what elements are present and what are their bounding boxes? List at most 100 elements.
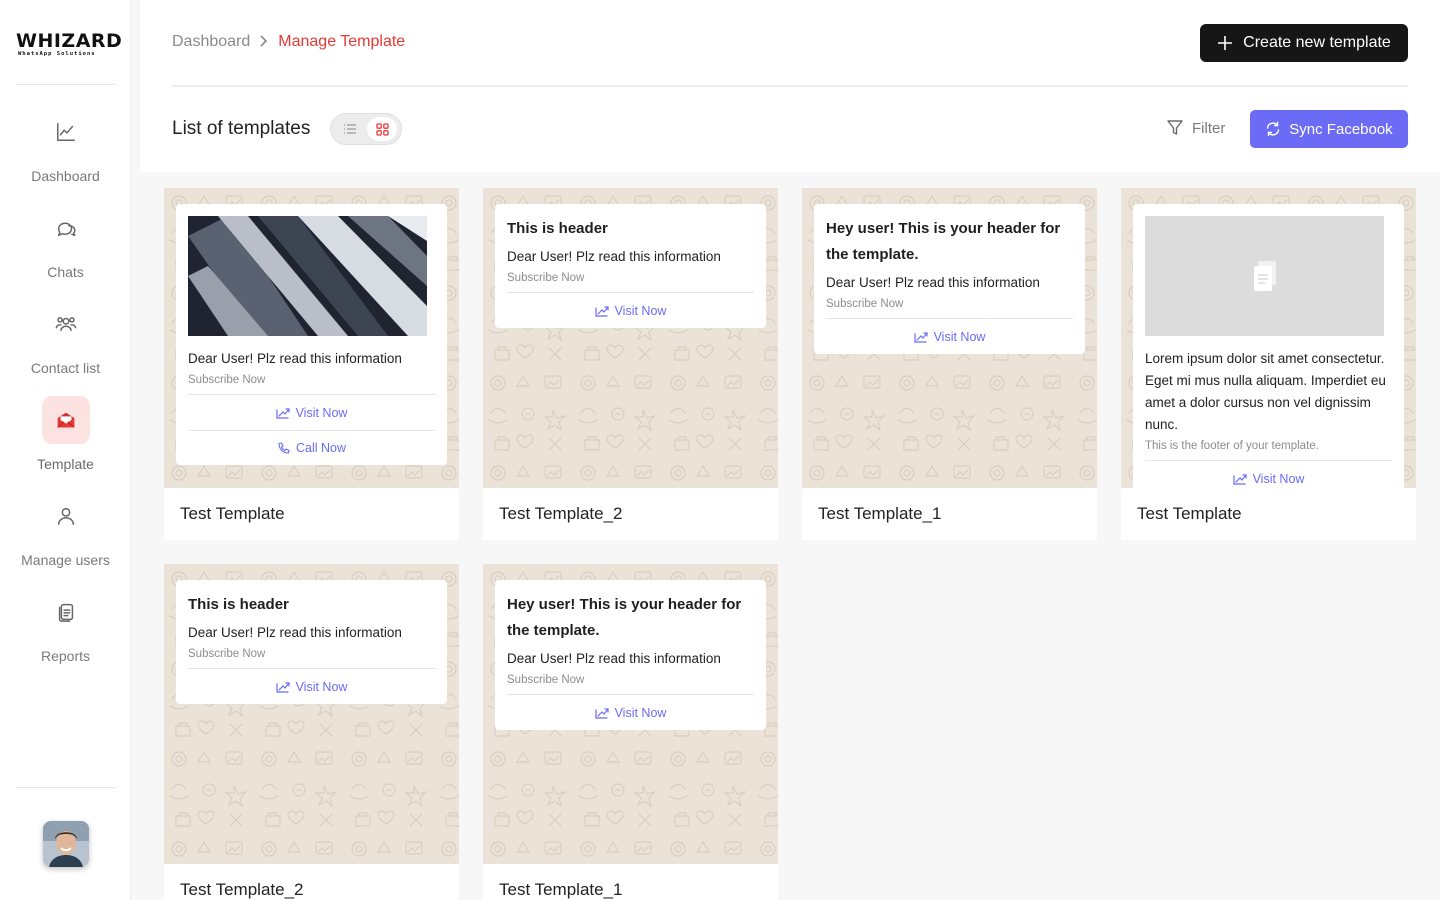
template-card[interactable]: Dear User! Plz read this information Sub… xyxy=(164,188,459,540)
message-bubble: This is header Dear User! Plz read this … xyxy=(176,580,447,704)
template-body: Dear User! Plz read this information xyxy=(188,351,402,366)
template-preview: Lorem ipsum dolor sit amet consectetur. … xyxy=(1121,188,1416,488)
template-name: Test Template_2 xyxy=(499,504,623,523)
filter-icon xyxy=(1167,120,1183,135)
external-link-icon xyxy=(594,306,609,317)
template-body: Dear User! Plz read this information xyxy=(507,651,721,666)
sync-icon xyxy=(1267,121,1280,137)
template-header: Hey user! This is your header for the te… xyxy=(826,220,1061,263)
sync-facebook-button[interactable]: Sync Facebook xyxy=(1250,110,1408,148)
action-label: Call Now xyxy=(295,441,346,455)
sidebar-item-chats[interactable]: Chats xyxy=(0,204,131,284)
action-label: Visit Now xyxy=(614,303,667,318)
visit-now-button[interactable]: Visit Now xyxy=(507,293,754,328)
visit-now-button[interactable]: Visit Now xyxy=(188,669,435,704)
template-name: Test Template_1 xyxy=(818,504,942,523)
sidebar-item-template[interactable]: Template xyxy=(0,396,131,476)
create-template-button[interactable]: Create new template xyxy=(1200,24,1408,62)
template-card[interactable]: This is header Dear User! Plz read this … xyxy=(483,188,778,540)
view-toggle xyxy=(330,113,402,145)
sync-facebook-label: Sync Facebook xyxy=(1289,120,1393,138)
sidebar-item-manage-users[interactable]: Manage users xyxy=(0,492,131,572)
visit-now-button[interactable]: Visit Now xyxy=(1145,461,1392,488)
template-preview: This is header Dear User! Plz read this … xyxy=(164,564,459,864)
brand-logo[interactable]: WHIZARD WhatsApp Solutions xyxy=(16,30,122,57)
sidebar-item-label: Chats xyxy=(47,264,84,280)
template-preview: This is header Dear User! Plz read this … xyxy=(483,188,778,488)
template-body: Dear User! Plz read this information xyxy=(188,625,402,640)
external-link-icon xyxy=(275,408,290,419)
template-footer: Subscribe Now xyxy=(188,648,435,669)
chat-bubbles-icon xyxy=(42,204,90,252)
list-icon xyxy=(344,124,356,134)
sidebar-divider xyxy=(16,84,115,85)
phone-icon xyxy=(278,441,290,454)
template-footer: Subscribe Now xyxy=(826,298,1073,319)
sidebar-item-reports[interactable]: Reports xyxy=(0,588,131,668)
template-preview: Hey user! This is your header for the te… xyxy=(802,188,1097,488)
template-preview: Dear User! Plz read this information Sub… xyxy=(164,188,459,488)
template-card[interactable]: Lorem ipsum dolor sit amet consectetur. … xyxy=(1121,188,1416,540)
page-header: Dashboard Manage Template Create new tem… xyxy=(140,0,1440,172)
user-icon xyxy=(42,492,90,540)
template-name: Test Template_2 xyxy=(180,880,304,899)
sidebar-item-label: Dashboard xyxy=(31,168,100,184)
grid-icon xyxy=(375,122,389,136)
template-card[interactable]: Hey user! This is your header for the te… xyxy=(802,188,1097,540)
action-label: Visit Now xyxy=(933,329,986,344)
document-placeholder xyxy=(1145,216,1384,336)
template-name: Test Template xyxy=(1137,504,1242,523)
plus-icon xyxy=(1218,36,1233,50)
template-name: Test Template_1 xyxy=(499,880,623,899)
breadcrumb: Dashboard Manage Template xyxy=(172,33,405,51)
action-label: Visit Now xyxy=(295,405,348,420)
message-bubble: This is header Dear User! Plz read this … xyxy=(495,204,766,328)
sidebar-item-contact-list[interactable]: Contact list xyxy=(0,300,131,380)
external-link-icon xyxy=(913,332,928,343)
users-group-icon xyxy=(42,300,90,348)
sidebar-item-label: Contact list xyxy=(30,360,101,376)
create-template-label: Create new template xyxy=(1243,34,1391,51)
visit-now-button[interactable]: Visit Now xyxy=(507,695,754,730)
sidebar-item-dashboard[interactable]: Dashboard xyxy=(0,108,131,188)
visit-now-button[interactable]: Visit Now xyxy=(826,319,1073,354)
template-body: Dear User! Plz read this information xyxy=(507,249,721,264)
sidebar-divider xyxy=(16,787,115,788)
sidebar: WHIZARD WhatsApp Solutions Dashboard Cha… xyxy=(0,0,131,900)
header-divider xyxy=(172,85,1408,87)
external-link-icon xyxy=(1232,474,1247,485)
template-body: Dear User! Plz read this information xyxy=(826,275,1040,290)
template-footer: This is the footer of your template. xyxy=(1145,440,1392,461)
sidebar-item-label: Manage users xyxy=(21,552,110,568)
header-image xyxy=(188,216,427,336)
call-now-button[interactable]: Call Now xyxy=(188,430,435,465)
visit-now-button[interactable]: Visit Now xyxy=(188,395,435,430)
message-bubble: Hey user! This is your header for the te… xyxy=(495,580,766,730)
template-footer: Subscribe Now xyxy=(507,272,754,293)
message-bubble: Lorem ipsum dolor sit amet consectetur. … xyxy=(1133,204,1404,488)
filter-button[interactable]: Filter xyxy=(1166,119,1225,137)
template-name: Test Template xyxy=(180,504,285,523)
grid-view-button[interactable] xyxy=(367,117,397,141)
document-icon xyxy=(1253,261,1276,291)
template-footer: Subscribe Now xyxy=(188,374,435,395)
avatar[interactable] xyxy=(43,821,89,867)
message-bubble: Dear User! Plz read this information Sub… xyxy=(176,204,447,465)
template-card[interactable]: This is header Dear User! Plz read this … xyxy=(164,564,459,900)
list-view-button[interactable] xyxy=(335,117,365,141)
page-title: List of templates xyxy=(172,118,311,139)
action-label: Visit Now xyxy=(614,705,667,720)
external-link-icon xyxy=(594,708,609,719)
breadcrumb-dashboard-link[interactable]: Dashboard xyxy=(172,33,250,51)
sidebar-item-label: Template xyxy=(37,456,94,472)
chevron-right-icon xyxy=(258,34,270,51)
template-header: This is header xyxy=(188,596,289,613)
message-bubble: Hey user! This is your header for the te… xyxy=(814,204,1085,354)
envelope-open-icon xyxy=(42,396,90,444)
action-label: Visit Now xyxy=(295,679,348,694)
filter-label: Filter xyxy=(1192,119,1226,137)
breadcrumb-current: Manage Template xyxy=(278,33,406,50)
template-preview: Hey user! This is your header for the te… xyxy=(483,564,778,864)
chart-line-icon xyxy=(42,108,90,156)
template-card[interactable]: Hey user! This is your header for the te… xyxy=(483,564,778,900)
